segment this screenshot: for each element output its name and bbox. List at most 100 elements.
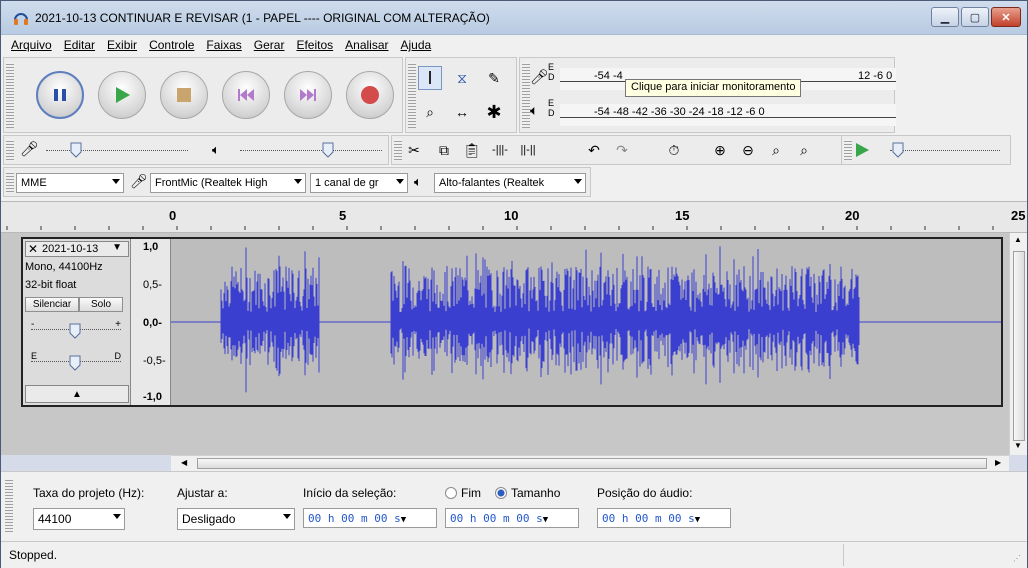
undo-button[interactable]: ↶ bbox=[582, 138, 606, 162]
slider-thumb-icon[interactable] bbox=[70, 142, 82, 158]
playback-meter[interactable]: -54 -48 -42 -36 -30 -24 -18 -12 -6 0 bbox=[560, 104, 896, 126]
horizontal-scrollbar[interactable]: ◀ ▶ bbox=[171, 455, 1009, 471]
scroll-right-icon[interactable]: ▶ bbox=[995, 458, 1001, 467]
end-radio[interactable] bbox=[445, 487, 457, 499]
envelope-icon: ⧖ bbox=[457, 69, 467, 86]
trim-button[interactable]: -|||- bbox=[488, 138, 512, 162]
asterisk-icon: ✱ bbox=[486, 101, 502, 122]
vertical-scale[interactable]: 1,0 0,5- 0,0- -0,5- -1,0 bbox=[131, 239, 171, 405]
toolbar-grip[interactable] bbox=[5, 478, 13, 534]
selection-tool[interactable]: I bbox=[418, 66, 442, 90]
output-device-select[interactable]: Alto-falantes (Realtek bbox=[434, 173, 586, 193]
menu-ajuda[interactable]: Ajuda bbox=[401, 38, 432, 52]
slider-thumb-icon[interactable] bbox=[322, 142, 334, 158]
track-name-menu[interactable]: ✕ 2021-10-13 ▼ bbox=[25, 241, 129, 257]
pencil-icon: ✎ bbox=[488, 69, 500, 86]
sync-lock-button[interactable]: ⏱ bbox=[662, 138, 686, 162]
menu-controle[interactable]: Controle bbox=[149, 38, 194, 52]
fit-selection-button[interactable]: ⌕ bbox=[764, 138, 788, 162]
pause-button[interactable] bbox=[36, 71, 84, 119]
close-icon: ✕ bbox=[1001, 11, 1011, 24]
zoom-out-button[interactable]: ⊖ bbox=[736, 138, 760, 162]
mute-button[interactable]: Silenciar bbox=[25, 297, 79, 312]
microphone-icon[interactable]: 🎤︎ bbox=[530, 68, 549, 86]
scroll-up-icon[interactable]: ▲ bbox=[1014, 235, 1022, 244]
record-meter-ticks: -54 -4 bbox=[594, 70, 623, 82]
project-rate-select[interactable]: 44100 bbox=[33, 508, 125, 530]
resize-grip-icon[interactable]: ⋰ bbox=[1013, 554, 1021, 563]
solo-button[interactable]: Solo bbox=[79, 297, 123, 312]
draw-tool[interactable]: ✎ bbox=[482, 66, 506, 90]
play-button[interactable] bbox=[98, 71, 146, 119]
ruler-label: 15 bbox=[675, 208, 690, 223]
zoom-in-button[interactable]: ⊕ bbox=[708, 138, 732, 162]
pan-slider[interactable]: E D bbox=[25, 351, 125, 371]
menu-efeitos[interactable]: Efeitos bbox=[296, 38, 333, 52]
audio-host-select[interactable]: MME bbox=[16, 173, 124, 193]
zoom-in-icon: ⊕ bbox=[714, 141, 726, 158]
waveform-display[interactable] bbox=[171, 239, 1001, 405]
playback-speed-slider[interactable] bbox=[872, 140, 1000, 160]
speaker-icon[interactable]: 🔈︎ bbox=[530, 102, 538, 119]
menu-analisar[interactable]: Analisar bbox=[345, 38, 388, 52]
vertical-scroll-thumb[interactable] bbox=[1013, 251, 1025, 441]
selection-end-time[interactable]: 00 h 00 m 00 s▼ bbox=[445, 508, 579, 528]
recording-volume-slider[interactable] bbox=[28, 140, 188, 160]
zoom-tool[interactable]: ⌕ bbox=[418, 100, 442, 124]
vertical-scrollbar[interactable]: ▲ ▼ bbox=[1009, 233, 1027, 455]
snap-to-select[interactable]: Desligado bbox=[177, 508, 295, 530]
close-track-icon[interactable]: ✕ bbox=[28, 242, 38, 256]
input-device-select[interactable]: FrontMic (Realtek High bbox=[150, 173, 306, 193]
scale-label: 0,5- bbox=[143, 279, 162, 291]
menu-arquivo[interactable]: Arquivo bbox=[11, 38, 52, 52]
slider-thumb-icon[interactable] bbox=[69, 323, 81, 339]
stop-button[interactable] bbox=[160, 71, 208, 119]
toolbar-grip[interactable] bbox=[6, 171, 14, 193]
scroll-down-icon[interactable]: ▼ bbox=[1014, 441, 1022, 450]
maximize-button[interactable]: ▢ bbox=[961, 7, 989, 27]
redo-button[interactable]: ↷ bbox=[610, 138, 634, 162]
menu-gerar[interactable]: Gerar bbox=[254, 38, 285, 52]
timeline-ruler[interactable]: 0 5 10 15 20 25 bbox=[1, 201, 1027, 233]
cut-button[interactable]: ✂ bbox=[402, 138, 426, 162]
input-channels-select[interactable]: 1 canal de gr bbox=[310, 173, 408, 193]
menu-exibir[interactable]: Exibir bbox=[107, 38, 137, 52]
copy-button[interactable]: ⧉ bbox=[432, 138, 456, 162]
envelope-tool[interactable]: ⧖ bbox=[450, 66, 474, 90]
scissors-icon: ✂ bbox=[408, 141, 420, 158]
fit-project-button[interactable]: ⌕ bbox=[792, 138, 816, 162]
pause-icon bbox=[54, 89, 66, 101]
toolbar-grip[interactable] bbox=[522, 62, 530, 128]
gain-slider[interactable]: - + bbox=[25, 319, 125, 339]
toolbar-grip[interactable] bbox=[844, 139, 852, 161]
menu-faixas[interactable]: Faixas bbox=[206, 38, 241, 52]
close-button[interactable]: ✕ bbox=[991, 7, 1021, 27]
title-bar: 2021-10-13 CONTINUAR E REVISAR (1 - PAPE… bbox=[1, 1, 1027, 35]
slider-thumb-icon[interactable] bbox=[69, 355, 81, 371]
chevron-down-icon[interactable]: ▼ bbox=[695, 515, 700, 525]
minimize-button[interactable]: ▁ bbox=[931, 7, 959, 27]
record-button[interactable] bbox=[346, 71, 394, 119]
paste-button[interactable]: 📋︎ bbox=[460, 138, 484, 162]
scroll-left-icon[interactable]: ◀ bbox=[181, 458, 187, 467]
toolbar-grip[interactable] bbox=[394, 139, 402, 161]
timeshift-tool[interactable]: ↔ bbox=[450, 100, 474, 124]
skip-to-start-button[interactable] bbox=[222, 71, 270, 119]
playback-volume-slider[interactable] bbox=[222, 140, 382, 160]
selection-start-time[interactable]: 00 h 00 m 00 s▼ bbox=[303, 508, 437, 528]
length-radio[interactable] bbox=[495, 487, 507, 499]
toolbar-grip[interactable] bbox=[6, 62, 14, 128]
horizontal-scroll-thumb[interactable] bbox=[197, 458, 987, 469]
slider-thumb-icon[interactable] bbox=[892, 142, 904, 158]
play-at-speed-icon[interactable] bbox=[854, 142, 870, 158]
toolbar-grip[interactable] bbox=[408, 62, 416, 128]
skip-to-end-button[interactable] bbox=[284, 71, 332, 119]
audio-position-time[interactable]: 00 h 00 m 00 s▼ bbox=[597, 508, 731, 528]
toolbar-grip[interactable] bbox=[6, 139, 14, 161]
multi-tool[interactable]: ✱ bbox=[482, 100, 506, 124]
chevron-down-icon[interactable]: ▼ bbox=[401, 515, 406, 525]
collapse-track-button[interactable]: ▲ bbox=[25, 385, 129, 403]
chevron-down-icon[interactable]: ▼ bbox=[543, 515, 548, 525]
silence-button[interactable]: ||-|| bbox=[516, 138, 540, 162]
menu-editar[interactable]: Editar bbox=[64, 38, 95, 52]
